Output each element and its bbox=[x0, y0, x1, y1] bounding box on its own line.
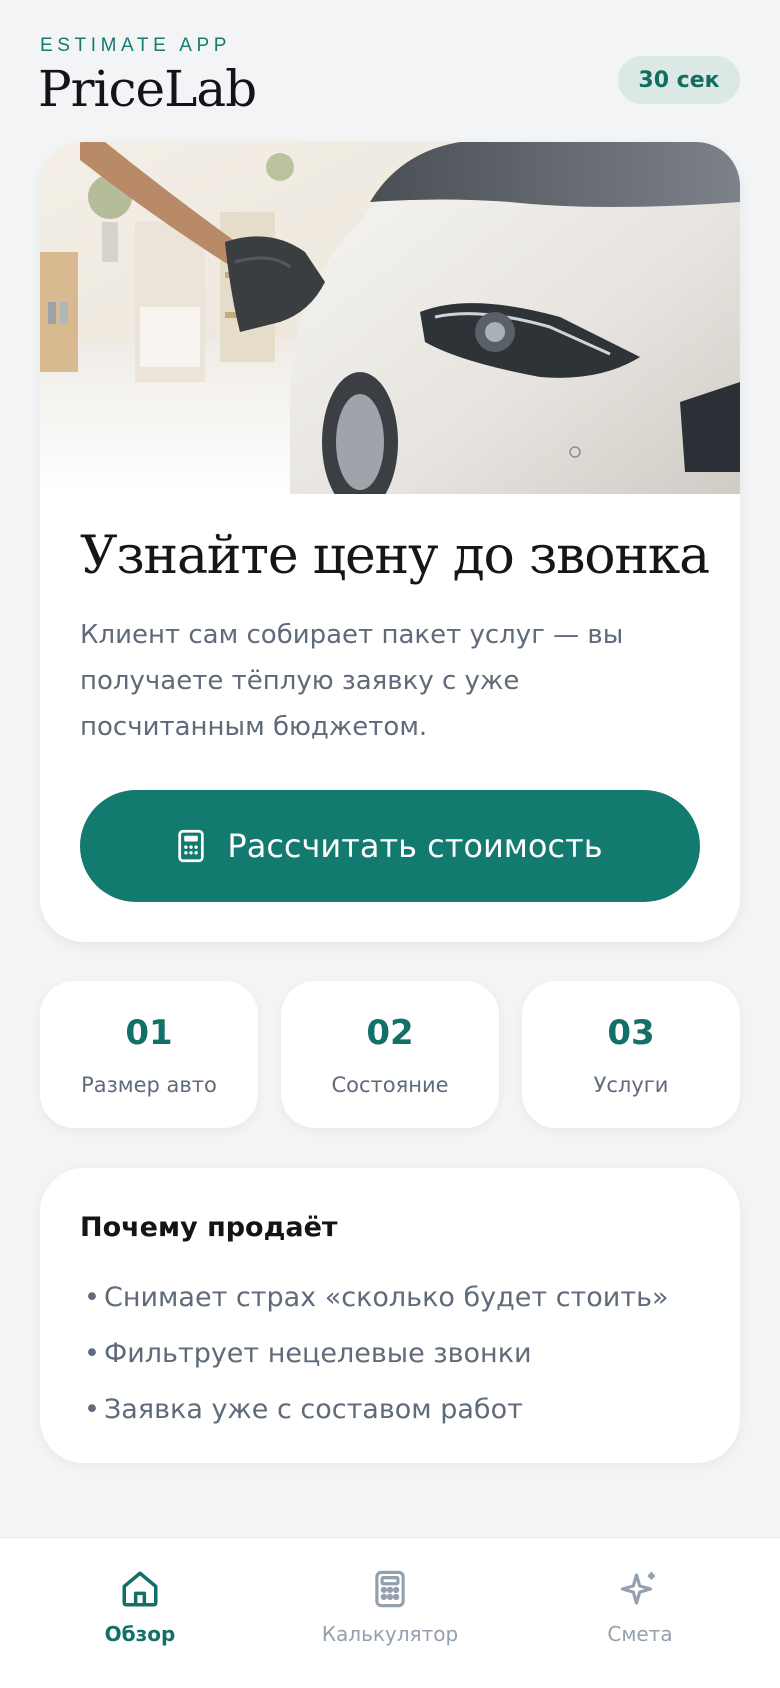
home-icon bbox=[122, 1571, 158, 1607]
calculate-price-label: Рассчитать стоимость bbox=[227, 827, 603, 865]
calculate-price-button[interactable]: Рассчитать стоимость bbox=[80, 790, 700, 902]
nav-item-overview[interactable]: Обзор bbox=[40, 1568, 240, 1646]
bullet: • bbox=[84, 1394, 100, 1425]
bullet: • bbox=[84, 1338, 100, 1369]
hero-title: Узнайте цену до звонка bbox=[80, 526, 710, 586]
calculator-icon bbox=[375, 1570, 405, 1608]
nav-item-estimate[interactable]: Смета bbox=[540, 1568, 740, 1646]
nav-label-estimate: Смета bbox=[607, 1622, 673, 1646]
calculator-icon bbox=[178, 829, 205, 863]
step-label: Услуги bbox=[593, 1073, 669, 1097]
list-item: • Заявка уже с составом работ bbox=[80, 1382, 669, 1438]
bottom-nav: Обзор Калькулятор Смета bbox=[0, 1537, 780, 1688]
step-label: Размер авто bbox=[81, 1073, 217, 1097]
step-card-condition: 02 Состояние bbox=[281, 981, 499, 1128]
nav-label-calculator: Калькулятор bbox=[321, 1622, 459, 1646]
sparkle-icon bbox=[620, 1572, 655, 1605]
list-item-text: Заявка уже с составом работ bbox=[104, 1394, 523, 1425]
time-badge: 30 сек bbox=[618, 56, 740, 104]
nav-item-calculator[interactable]: Калькулятор bbox=[290, 1568, 490, 1646]
list-item-text: Снимает страх «сколько будет стоить» bbox=[104, 1282, 669, 1313]
nav-label-overview: Обзор bbox=[104, 1622, 176, 1646]
step-number: 03 bbox=[607, 1013, 655, 1053]
step-card-services: 03 Услуги bbox=[522, 981, 740, 1128]
list-item: • Фильтрует нецелевые звонки bbox=[80, 1326, 669, 1382]
hero-image bbox=[40, 142, 740, 494]
step-number: 01 bbox=[125, 1013, 173, 1053]
app-eyebrow: ESTIMATE APP bbox=[40, 35, 232, 56]
why-title: Почему продаёт bbox=[80, 1212, 338, 1243]
step-card-size: 01 Размер авто bbox=[40, 981, 258, 1128]
why-list: • Снимает страх «сколько будет стоить» • Ф… bbox=[80, 1270, 669, 1438]
list-item: • Снимает страх «сколько будет стоить» bbox=[80, 1270, 669, 1326]
app-title: PriceLab bbox=[38, 60, 257, 118]
hero-description: Клиент сам собирает пакет услуг — вы пол… bbox=[80, 620, 624, 742]
page: ESTIMATE APP PriceLab 30 сек Узнайте цен… bbox=[0, 0, 780, 1688]
why-it-sells-card: Почему продаёт • Снимает страх «сколько б… bbox=[40, 1168, 740, 1463]
hero-card: Узнайте цену до звонка Клиент сам собира… bbox=[40, 142, 740, 942]
step-number: 02 bbox=[366, 1013, 414, 1053]
bullet: • bbox=[84, 1282, 100, 1313]
list-item-text: Фильтрует нецелевые звонки bbox=[104, 1338, 532, 1369]
step-label: Состояние bbox=[331, 1073, 449, 1097]
